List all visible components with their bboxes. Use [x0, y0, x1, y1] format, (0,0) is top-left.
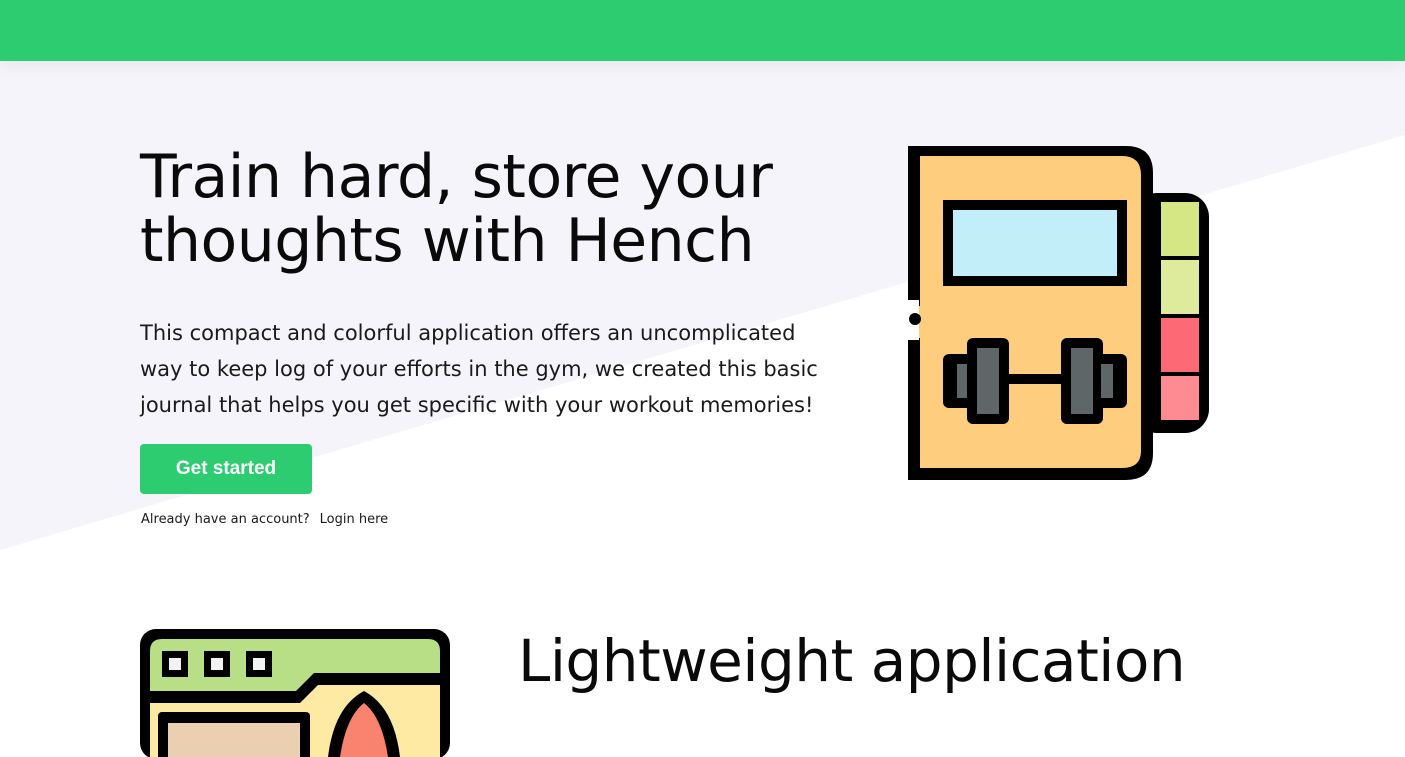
browser-window-icon — [140, 629, 450, 757]
hero-description: This compact and colorful application of… — [140, 321, 818, 417]
hero-title: Train hard, store your thoughts with Hen… — [140, 142, 773, 276]
login-link[interactable]: Login here — [320, 512, 389, 527]
login-prompt: Already have an account? Login here — [141, 512, 388, 527]
dumbbell-journal-icon — [905, 146, 1209, 480]
get-started-button[interactable]: Get started — [140, 444, 312, 494]
top-navigation-bar — [0, 0, 1405, 61]
section-title-lightweight: Lightweight application — [518, 627, 1186, 695]
account-prompt-text: Already have an account? — [141, 512, 310, 527]
